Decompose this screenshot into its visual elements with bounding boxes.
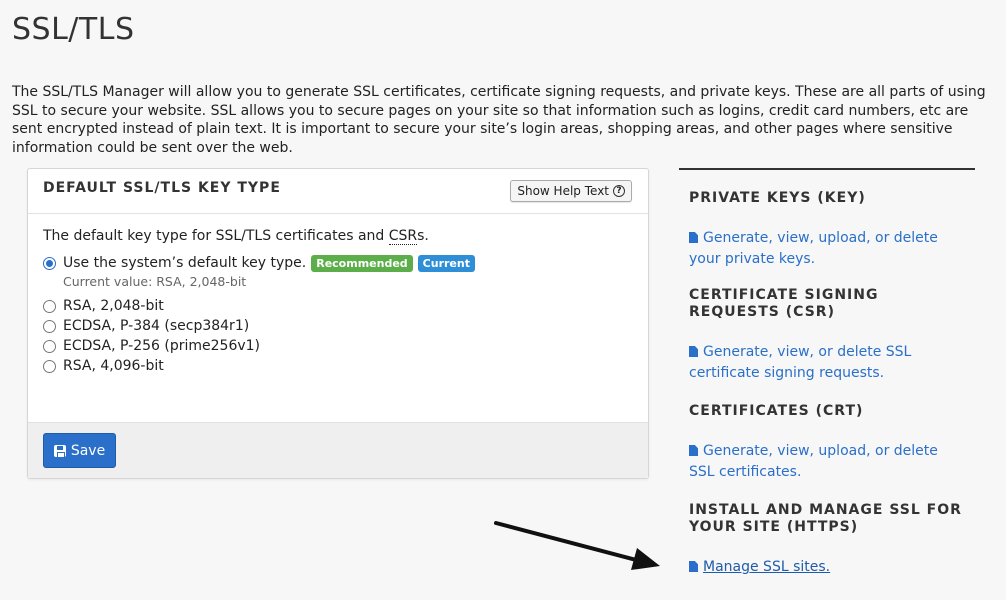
panel-description: The default key type for SSL/TLS certifi… <box>43 228 633 245</box>
panel-header: DEFAULT SSL/TLS KEY TYPE Show Help Text … <box>28 169 648 214</box>
panel-title: DEFAULT SSL/TLS KEY TYPE <box>43 180 281 196</box>
key-type-panel: DEFAULT SSL/TLS KEY TYPE Show Help Text … <box>27 168 649 479</box>
ssl-sidebar: PRIVATE KEYS (KEY) Generate, view, uploa… <box>679 168 975 578</box>
private-keys-heading: PRIVATE KEYS (KEY) <box>689 190 866 206</box>
csr-heading: CERTIFICATE SIGNING REQUESTS (CSR) <box>689 287 879 320</box>
option-label: ECDSA, P-256 (prime256v1) <box>63 338 261 354</box>
radio-ecdsa-p256[interactable] <box>43 339 56 353</box>
csr-section: CERTIFICATE SIGNING REQUESTS (CSR) Gener… <box>679 270 975 384</box>
radio-ecdsa-p384[interactable] <box>43 319 56 333</box>
document-icon <box>689 561 698 572</box>
key-type-option-ecdsa-p384[interactable]: ECDSA, P-384 (secp384r1) <box>43 316 633 336</box>
private-keys-link[interactable]: Generate, view, upload, or delete your p… <box>689 228 965 270</box>
certificates-heading: CERTIFICATES (CRT) <box>689 403 864 419</box>
help-button-label: Show Help Text <box>517 184 609 198</box>
show-help-text-button[interactable]: Show Help Text ? <box>510 180 632 202</box>
panel-footer: Save <box>28 422 648 478</box>
description-suffix: s. <box>417 228 429 244</box>
option-label: ECDSA, P-384 (secp384r1) <box>63 318 250 334</box>
option-label: RSA, 2,048-bit <box>63 298 164 314</box>
install-ssl-heading: INSTALL AND MANAGE SSL FOR YOUR SITE (HT… <box>689 502 962 535</box>
question-mark-icon: ? <box>613 185 625 197</box>
panel-body: The default key type for SSL/TLS certifi… <box>28 214 648 376</box>
csr-link-text: Generate, view, or delete SSL certificat… <box>689 344 912 381</box>
csr-link[interactable]: Generate, view, or delete SSL certificat… <box>689 342 965 384</box>
save-button[interactable]: Save <box>43 433 116 468</box>
manage-ssl-sites-link[interactable]: Manage SSL sites. <box>689 557 965 578</box>
manage-ssl-sites-link-text: Manage SSL sites. <box>703 559 831 575</box>
radio-default[interactable] <box>43 256 56 270</box>
current-value-text: Current value: RSA, 2,048-bit <box>63 274 247 289</box>
save-label: Save <box>70 442 106 459</box>
save-icon <box>53 444 66 458</box>
install-ssl-section: INSTALL AND MANAGE SSL FOR YOUR SITE (HT… <box>679 483 975 578</box>
pointer-arrow-icon <box>494 521 660 570</box>
private-keys-section: PRIVATE KEYS (KEY) Generate, view, uploa… <box>679 170 975 270</box>
key-type-option-ecdsa-p256[interactable]: ECDSA, P-256 (prime256v1) <box>43 336 633 356</box>
option-label: Use the system’s default key type. <box>63 255 307 271</box>
description-prefix: The default key type for SSL/TLS certifi… <box>43 228 389 244</box>
key-type-option-default[interactable]: Use the system’s default key type. Recom… <box>43 253 633 273</box>
page-intro: The SSL/TLS Manager will allow you to ge… <box>12 84 986 156</box>
radio-rsa-2048[interactable] <box>43 299 56 313</box>
key-type-option-rsa-2048[interactable]: RSA, 2,048-bit <box>43 296 633 316</box>
recommended-badge: Recommended <box>311 254 413 272</box>
certificates-link[interactable]: Generate, view, upload, or delete SSL ce… <box>689 441 965 483</box>
option-label: RSA, 4,096-bit <box>63 358 164 374</box>
document-icon <box>689 232 698 243</box>
document-icon <box>689 346 698 357</box>
csr-abbreviation: CSR <box>388 228 418 245</box>
current-badge: Current <box>417 254 475 272</box>
document-icon <box>689 445 698 456</box>
key-type-option-rsa-4096[interactable]: RSA, 4,096-bit <box>43 356 633 376</box>
certificates-link-text: Generate, view, upload, or delete SSL ce… <box>689 443 938 480</box>
page-title: SSL/TLS <box>12 12 135 47</box>
private-keys-link-text: Generate, view, upload, or delete your p… <box>689 230 938 267</box>
radio-rsa-4096[interactable] <box>43 359 56 373</box>
certificates-section: CERTIFICATES (CRT) Generate, view, uploa… <box>679 384 975 483</box>
